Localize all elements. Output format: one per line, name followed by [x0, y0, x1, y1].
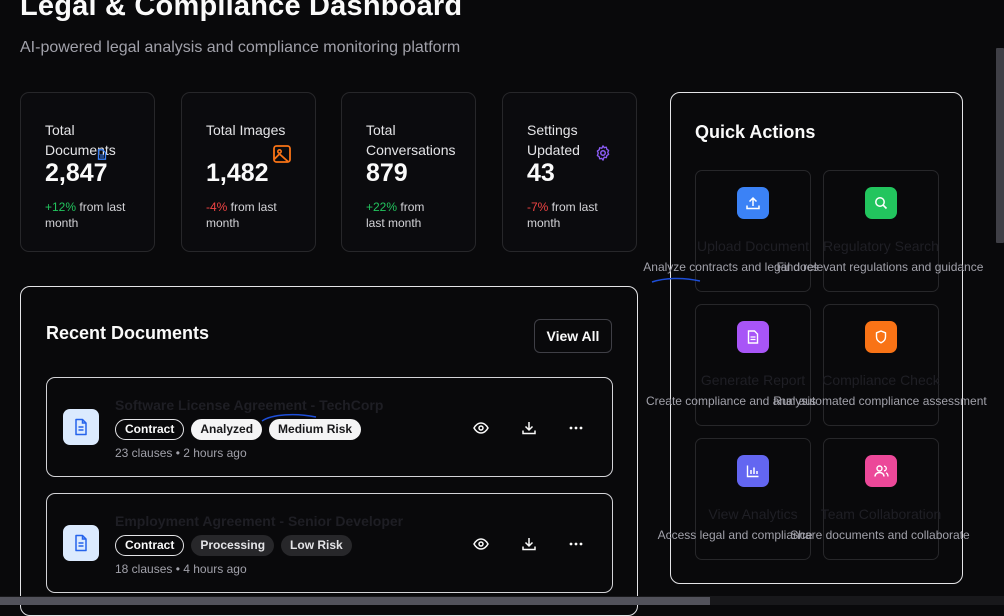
- document-tags: Contract Processing Low Risk: [115, 535, 352, 556]
- vertical-scrollbar[interactable]: [995, 0, 1004, 605]
- stat-label: Total Documents: [45, 122, 116, 158]
- quick-actions-title: Quick Actions: [695, 122, 816, 142]
- document-name[interactable]: Software License Agreement - TechCorp: [115, 397, 383, 413]
- tag-type: Contract: [115, 535, 185, 556]
- document-meta: 23 clauses • 2 hours ago: [115, 446, 247, 460]
- scrollbar-thumb[interactable]: [996, 48, 1004, 243]
- image-icon: [272, 144, 292, 169]
- stat-change: +22% from last month: [366, 200, 425, 230]
- document-icon: [63, 525, 99, 561]
- stat-label: Total Conversations: [366, 122, 456, 158]
- stat-label: Total Images: [206, 122, 286, 138]
- stat-value: 1,482: [206, 159, 269, 187]
- page-title: Legal & Compliance Dashboard: [20, 0, 463, 22]
- recent-documents-panel: Recent Documents View All Software Licen…: [20, 286, 638, 616]
- page-subtitle: AI-powered legal analysis and compliance…: [20, 39, 461, 56]
- stat-card-images: Total Images 1,482 -4% from last month: [181, 92, 316, 252]
- stat-card-settings: Settings Updated 43 -7% from last month: [502, 92, 637, 252]
- report-icon: [737, 321, 769, 353]
- stat-card-documents: Total Documents 2,847 +12% from last mon…: [20, 92, 155, 252]
- horizontal-scrollbar[interactable]: [0, 596, 1004, 605]
- gear-icon: [594, 144, 612, 167]
- analytics-icon: [737, 455, 769, 487]
- tag-type: Contract: [115, 419, 185, 440]
- quick-action-description: Share documents and collaborate: [790, 528, 970, 542]
- quick-action-label: Upload Document: [696, 238, 810, 254]
- download-icon[interactable]: [519, 418, 539, 438]
- search-icon: [865, 187, 897, 219]
- document-icon: [63, 409, 99, 445]
- recent-documents-title: Recent Documents: [46, 323, 210, 343]
- quick-action-description: Find relevant regulations and guidance: [776, 260, 984, 274]
- document-meta: 18 clauses • 4 hours ago: [115, 562, 247, 576]
- stat-value: 879: [366, 159, 408, 187]
- quick-action-label: Team Collaboration: [820, 506, 942, 522]
- quick-action-label: Generate Report: [700, 372, 806, 388]
- document-tags: Contract Analyzed Medium Risk: [115, 419, 362, 440]
- stat-value: 2,847: [45, 159, 108, 187]
- quick-action-description: Access legal and compliance: [657, 528, 813, 542]
- eye-icon[interactable]: [471, 534, 491, 554]
- eye-icon[interactable]: [471, 418, 491, 438]
- stat-change: +12% from last month: [45, 200, 126, 230]
- quick-actions-panel: Quick Actions Upload Document Regulatory…: [670, 92, 963, 584]
- document-name[interactable]: Employment Agreement - Senior Developer: [115, 513, 403, 529]
- quick-action-label: Compliance Check: [822, 372, 940, 388]
- upload-icon: [737, 187, 769, 219]
- stat-change: -7% from last month: [527, 200, 598, 230]
- more-icon[interactable]: [566, 418, 586, 438]
- quick-action-label: View Analytics: [708, 506, 798, 522]
- scrollbar-thumb[interactable]: [0, 597, 710, 605]
- stat-card-conversations: Total Conversations 879 +22% from last m…: [341, 92, 476, 252]
- tag-risk: Medium Risk: [269, 419, 362, 440]
- tag-status: Processing: [191, 535, 275, 556]
- shield-icon: [865, 321, 897, 353]
- quick-action-label: Regulatory Search: [823, 238, 939, 254]
- users-icon: [865, 455, 897, 487]
- view-all-button[interactable]: View All: [534, 319, 612, 353]
- document-row[interactable]: Employment Agreement - Senior Developer …: [46, 493, 613, 593]
- download-icon[interactable]: [519, 534, 539, 554]
- tag-status: Analyzed: [191, 419, 263, 440]
- more-icon[interactable]: [566, 534, 586, 554]
- document-row[interactable]: Software License Agreement - TechCorp Co…: [46, 377, 613, 477]
- quick-action-description: Run automated compliance assessment: [773, 394, 987, 408]
- stat-change: -4% from last month: [206, 200, 277, 230]
- tag-risk: Low Risk: [281, 535, 352, 556]
- stat-value: 43: [527, 159, 555, 187]
